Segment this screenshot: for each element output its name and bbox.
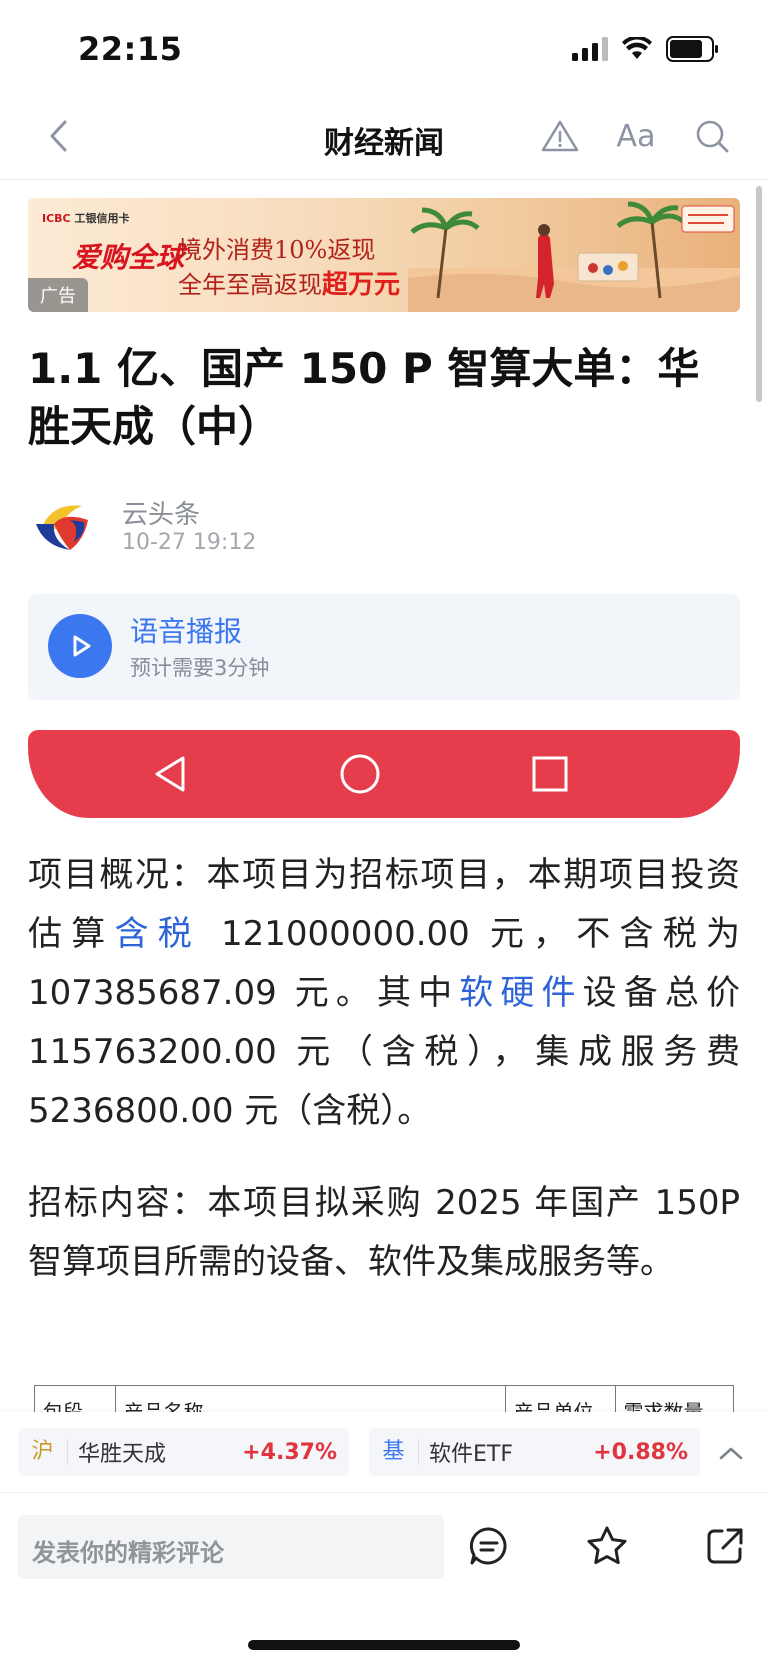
font-size-button[interactable]: Aa — [614, 112, 658, 160]
ad-banner[interactable]: ICBC 工银信用卡 爱购全球 境外消费10%返现 全年至高返现超万元 广告 — [28, 198, 740, 312]
table-header-cell: 包段 — [43, 1400, 83, 1415]
search-icon — [696, 120, 729, 153]
keyword-link-tax[interactable]: 含税 — [114, 914, 200, 954]
ad-brand: 爱购全球 — [72, 241, 185, 274]
comments-button[interactable] — [462, 1519, 516, 1573]
nav-bar: 财经新闻 Aa — [0, 96, 768, 180]
audio-title: 语音播报 — [130, 615, 243, 648]
status-time: 22:15 — [78, 30, 183, 68]
report-button[interactable] — [538, 112, 582, 160]
bottom-action-bar: 发表你的精彩评论 — [0, 1492, 768, 1665]
favorite-button[interactable] — [580, 1519, 634, 1573]
market-badge: 沪 — [18, 1439, 68, 1465]
stock-chip[interactable]: 沪 华胜天成 +4.37% — [18, 1428, 349, 1476]
author-name[interactable]: 云头条 — [122, 494, 200, 531]
article-paragraph-2: 招标内容：本项目拟采购 2025 年国产 150P 智算项目所需的设备、软件及集… — [28, 1183, 740, 1282]
home-indicator[interactable] — [248, 1640, 520, 1650]
article-headline: 1.1 亿、国产 150 P 智算大单：华胜天成（中） — [28, 344, 700, 451]
audio-duration: 预计需要3分钟 — [130, 656, 270, 680]
comment-icon — [469, 1527, 507, 1565]
stock-change: +0.88% — [593, 1439, 688, 1465]
audio-broadcast-card[interactable]: 语音播报 预计需要3分钟 — [28, 594, 740, 700]
keyword-link-hardware[interactable]: 软硬件 — [459, 973, 582, 1013]
share-icon — [707, 1528, 743, 1564]
triangle-back-icon — [146, 750, 194, 798]
stock-name: 华胜天成 — [78, 1442, 167, 1467]
play-button[interactable] — [48, 614, 112, 678]
related-stocks-bar: 沪 华胜天成 +4.37% 基 软件ETF +0.88% — [0, 1412, 768, 1492]
product-table: 包段 产品名称 产品单位 需求数量 — [34, 1385, 734, 1415]
author-info[interactable]: 云头条 10-27 19:12 — [30, 494, 430, 558]
expand-stocks-button[interactable] — [716, 1438, 746, 1468]
stock-chip[interactable]: 基 软件ETF +0.88% — [369, 1428, 700, 1476]
wifi-icon — [622, 37, 652, 59]
star-icon — [587, 1526, 627, 1565]
market-badge: 基 — [369, 1439, 419, 1465]
nav-actions: Aa — [538, 112, 734, 160]
author-avatar[interactable] — [30, 494, 94, 558]
ad-beach-illustration — [408, 201, 740, 312]
table-header-cell: 需求数量 — [614, 1386, 733, 1415]
embedded-nav-image — [28, 730, 740, 818]
play-icon — [73, 635, 91, 657]
battery-icon — [666, 36, 718, 62]
table-header-row: 包段 产品名称 产品单位 需求数量 — [35, 1386, 733, 1415]
chevron-up-icon — [719, 1447, 743, 1460]
ad-bank-logo: ICBC 工银信用卡 — [42, 212, 130, 225]
circle-home-icon — [336, 750, 384, 798]
search-button[interactable] — [690, 112, 734, 160]
scrollbar[interactable] — [756, 186, 762, 402]
ad-line1: 境外消费10%返现 — [178, 236, 376, 264]
comment-input[interactable]: 发表你的精彩评论 — [18, 1515, 444, 1579]
status-icons — [572, 36, 720, 62]
article-paragraph-1: 项目概况：本项目为招标项目，本期项目投资估算含税 121000000.00 元，… — [28, 855, 741, 1131]
table-header-cell: 产品单位 — [504, 1386, 615, 1415]
square-recents-icon — [526, 750, 574, 798]
ad-line2: 全年至高返现超万元 — [178, 270, 401, 300]
stock-name: 软件ETF — [429, 1442, 513, 1467]
status-bar: 22:15 — [0, 0, 768, 96]
warning-icon — [541, 120, 579, 152]
font-size-label: Aa — [616, 118, 656, 154]
ad-label: 广告 — [28, 278, 88, 312]
stock-change: +4.37% — [242, 1439, 337, 1465]
cellular-signal-icon — [572, 37, 608, 61]
publish-time: 10-27 19:12 — [122, 530, 257, 555]
share-button[interactable] — [698, 1519, 752, 1573]
table-header-cell: 产品名称 — [114, 1386, 505, 1415]
